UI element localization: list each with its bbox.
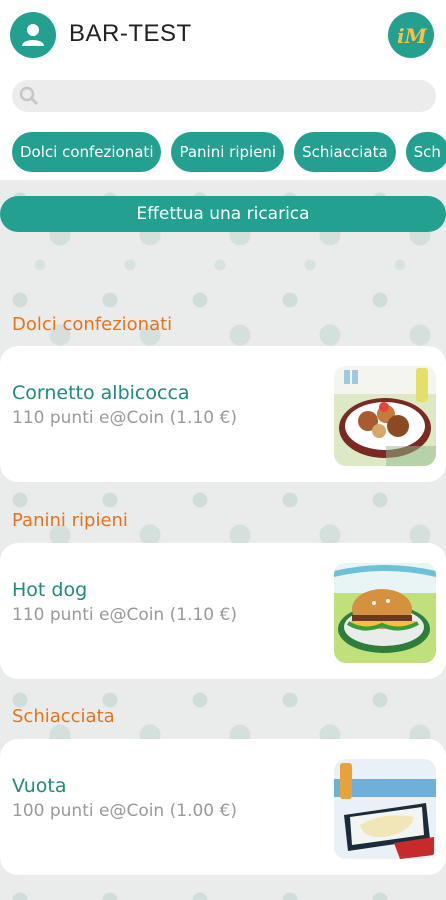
product-name: Cornetto albicocca bbox=[12, 382, 190, 404]
section-title-dolci: Dolci confezionati bbox=[12, 314, 173, 335]
user-icon bbox=[22, 24, 44, 46]
section-title-schiacciata: Schiacciata bbox=[12, 706, 115, 727]
burger-image bbox=[334, 563, 436, 663]
product-name: Vuota bbox=[12, 775, 67, 797]
brand-logo-icon: iM bbox=[397, 24, 428, 48]
product-price: 110 punti e@Coin (1.10 €) bbox=[12, 605, 237, 625]
section-title-panini: Panini ripieni bbox=[12, 510, 128, 531]
brand-logo[interactable]: iM bbox=[388, 12, 434, 58]
profile-avatar[interactable] bbox=[10, 12, 56, 58]
category-chips: Dolci confezionati Panini ripieni Schiacci… bbox=[12, 132, 446, 174]
pastries-image bbox=[334, 366, 436, 466]
category-chip-schiacciata[interactable]: Schiacciata bbox=[294, 132, 396, 172]
product-card-cornetto[interactable]: Cornetto albicocca 110 punti e@Coin (1.1… bbox=[0, 346, 446, 482]
product-card-vuota[interactable]: Vuota 100 punti e@Coin (1.00 €) bbox=[0, 739, 446, 875]
search-input[interactable] bbox=[46, 79, 436, 113]
product-name: Hot dog bbox=[12, 579, 88, 601]
category-chip-more[interactable]: Sch bbox=[405, 132, 446, 172]
product-price: 110 punti e@Coin (1.10 €) bbox=[12, 408, 237, 428]
category-chip-panini[interactable]: Panini ripieni bbox=[171, 132, 285, 172]
search-bar[interactable] bbox=[12, 79, 436, 113]
product-card-hotdog[interactable]: Hot dog 110 punti e@Coin (1.10 €) bbox=[0, 543, 446, 679]
search-icon bbox=[12, 86, 46, 106]
svg-text:iM: iM bbox=[397, 24, 428, 48]
page-title: BAR-TEST bbox=[69, 20, 192, 47]
category-chip-dolci[interactable]: Dolci confezionati bbox=[12, 132, 162, 172]
product-price: 100 punti e@Coin (1.00 €) bbox=[12, 801, 237, 821]
flatbread-image bbox=[334, 759, 436, 859]
recharge-button[interactable]: Effettua una ricarica bbox=[0, 196, 446, 232]
app-header: BAR-TEST iM Dolci confezionati Panini rip… bbox=[0, 0, 446, 180]
